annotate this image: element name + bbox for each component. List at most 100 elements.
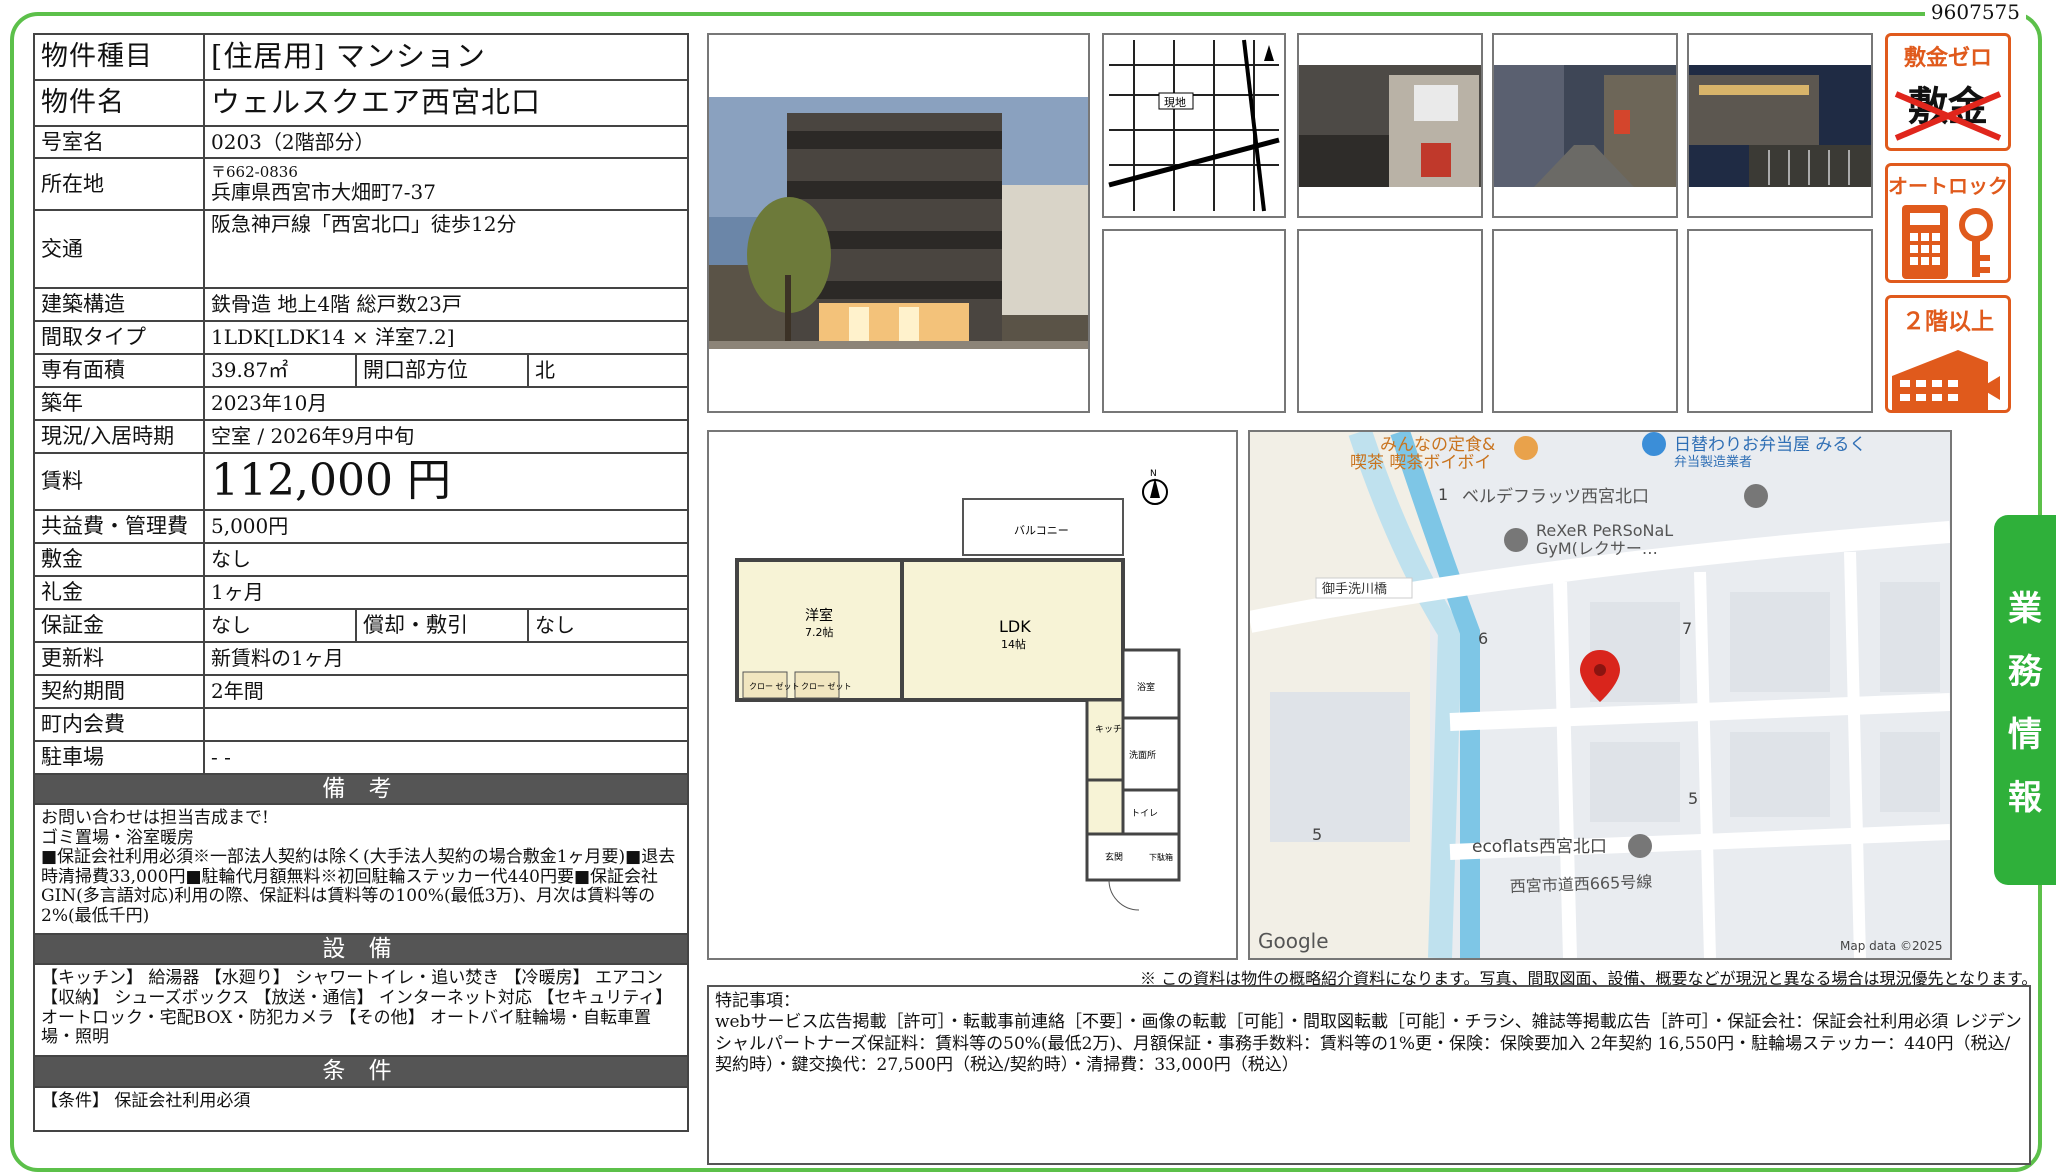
property-table: 物件種目 [住居用] マンション 物件名 ウェルスクエア西宮北口 号室名 0203（2… [32,33,690,1132]
notes-line: ■保証会社利用必須※一部法人契約は除く(大手法人契約の場合敷金1ヶ月要)■退去時… [41,847,676,926]
kind-value: [住居用] マンション [202,33,690,81]
access-value: 阪急神戸線「西宮北口」徒歩12分 [202,209,690,289]
guarantee-value: なし [203,607,357,643]
map-poi-restaurant-sub: 喫茶 喫茶ボイボイ [1350,453,1491,473]
layout-label: 間取タイプ [33,320,205,355]
western-room-label: 洋室 [805,607,833,624]
equipment-header: 設 備 [32,933,690,966]
deposit-value: なし [202,541,690,577]
second-floor-badge: ２階以上 [1885,295,2011,413]
access-label: 交通 [33,209,205,289]
map-block-number: 1 [1438,485,1448,504]
built-label: 築年 [33,386,205,421]
corridor-photo [1492,33,1678,218]
street-map-drawing: みんなの定食& 喫茶 喫茶ボイボイ 日替わりお弁当屋 みるく 弁当製造業者 ベル… [1250,432,1950,958]
floor-plan-drawing: バルコニー 洋室 7.2帖 クロー ゼット クロー ゼット LDK 14帖 キッ… [709,432,1236,958]
status-value: 空室 / 2026年9月中旬 [202,419,690,454]
ldk-label: LDK [999,617,1031,636]
renew-value: 新賃料の1ヶ月 [202,640,690,676]
dir-value: 北 [526,353,690,388]
toilet-label: トイレ [1131,809,1158,819]
map-thumb-label: 現地 [1164,96,1186,109]
term-value: 2年間 [202,673,690,709]
empty-photo-slot [1687,229,1873,413]
fee-value: 5,000円 [202,508,690,544]
key-money-label: 礼金 [33,574,205,610]
empty-photo-slot [1297,229,1483,413]
kind-label: 物件種目 [33,33,205,81]
corridor-photo-image [1494,35,1676,216]
google-logo: Google [1258,929,1329,953]
map-poi-ecoflats: ecoflats西宮北口 [1472,837,1607,857]
struct-value: 鉄骨造 地上4階 総戸数23戸 [202,287,690,322]
entrance-photo-image [1299,35,1481,216]
conditions-text: 【条件】 保証会社利用必須 [32,1085,690,1132]
building-photo [707,33,1090,413]
street-map: みんなの定食& 喫茶 喫茶ボイボイ 日替わりお弁当屋 みるく 弁当製造業者 ベル… [1248,430,1952,960]
dir-label: 開口部方位 [355,353,529,388]
second-floor-title: ２階以上 [1902,309,1994,335]
term-label: 契約期間 [33,673,205,709]
map-poi-gym: ReXeR PeRSoNaL [1536,521,1673,540]
map-attribution: Map data ©2025 [1840,939,1943,953]
empty-photo-slot [1102,229,1286,413]
map-block-number: 5 [1688,789,1698,808]
restaurant-pin-icon [1514,436,1538,460]
tab-char: 情 [2008,715,2042,755]
map-poi-gym-sub: GyM(レクサー… [1536,539,1658,558]
renew-label: 更新料 [33,640,205,676]
parking-value: - - [202,739,690,775]
zero-deposit-badge: 敷金ゼロ 敷金 [1885,33,2011,151]
conditions-header: 条 件 [32,1055,690,1088]
notes-cell: お問い合わせは担当吉成まで! ゴミ置場・浴室暖房 ■保証会社利用必須※一部法人契… [32,803,690,936]
autolock-icon [1902,205,1993,279]
entrance-label: 玄関 [1105,851,1123,863]
struct-label: 建築構造 [33,287,205,322]
place-pin-icon [1628,834,1652,858]
town-fee-value [202,706,690,742]
name-value: ウェルスクエア西宮北口 [202,79,690,127]
tab-char: 務 [2008,652,2042,692]
strike-cross-icon [1894,91,2002,141]
addr-value: 兵庫県西宮市大畑町7-37 [211,180,436,205]
bicycle-parking-photo [1687,33,1873,218]
map-poi-verde: ベルデフラッツ西宮北口 [1462,486,1649,507]
shoe-box-label: 下駄箱 [1149,852,1173,862]
autolock-title: オートロック [1888,174,2008,198]
location-map-thumb-image: 現地 [1104,35,1284,216]
bicycle-parking-photo-image [1689,35,1871,216]
rent-label: 賃料 [33,452,205,511]
special-remarks: 特記事項： webサービス広告掲載［許可］・転載事前連絡［不要］・画像の転載［可… [707,985,2031,1165]
fee-label: 共益費・管理費 [33,508,205,544]
zip-code: 〒662-0836 [211,162,298,181]
remarks-text: webサービス広告掲載［許可］・転載事前連絡［不要］・画像の転載［可能］・間取図… [715,1012,2022,1075]
layout-value: 1LDK[LDK14 × 洋室7.2] [202,320,690,355]
town-fee-label: 町内会費 [33,706,205,742]
western-room-size: 7.2帖 [805,626,834,639]
area-value: 39.87㎡ [203,353,357,388]
north-label: N [1150,469,1157,479]
closet-label: クロー ゼット [801,681,852,691]
shop-pin-icon [1642,432,1666,456]
document-id: 9607575 [1924,0,2026,24]
location-map-thumb: 現地 [1102,33,1286,218]
floor-plan: バルコニー 洋室 7.2帖 クロー ゼット クロー ゼット LDK 14帖 キッ… [707,430,1238,960]
balcony-label: バルコニー [1014,524,1069,537]
status-label: 現況/入居時期 [33,419,205,454]
area-label: 専有面積 [33,353,205,388]
parking-label: 駐車場 [33,739,205,775]
tab-char: 業 [2008,589,2042,629]
building-icon [1892,350,2000,410]
deposit-label: 敷金 [33,541,205,577]
washroom-label: 洗面所 [1129,749,1156,761]
map-poi-restaurant: みんなの定食& [1380,435,1495,455]
bath-label: 浴室 [1137,681,1155,693]
zero-deposit-title: 敷金ゼロ [1903,46,1992,71]
map-poi-bento-sub: 弁当製造業者 [1674,454,1752,470]
name-label: 物件名 [33,79,205,127]
business-info-tab[interactable]: 業 務 情 報 [1994,515,2056,885]
empty-photo-slot [1492,229,1678,413]
map-block-number: 7 [1682,619,1692,638]
autolock-badge: オートロック [1885,163,2011,283]
addr-label: 所在地 [33,157,205,211]
